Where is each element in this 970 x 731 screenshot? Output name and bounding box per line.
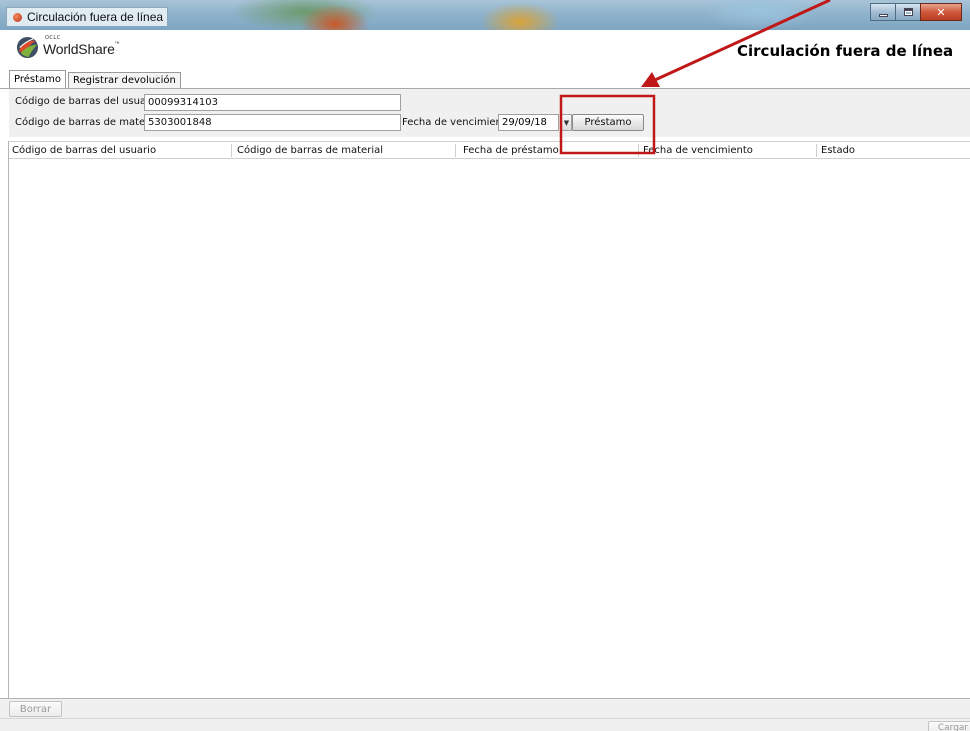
- logo-text-group: OCLC WorldShare™: [43, 35, 120, 59]
- status-bar: Cargar: [0, 718, 970, 731]
- app-icon: [13, 12, 22, 22]
- minimize-icon: [878, 13, 888, 17]
- user-barcode-input[interactable]: 00099314103: [144, 94, 401, 111]
- column-separator[interactable]: [816, 144, 817, 157]
- maximize-icon: [903, 8, 913, 16]
- calendar-dropdown-icon: ▼: [563, 118, 570, 127]
- checkout-button[interactable]: Préstamo: [572, 114, 644, 131]
- due-date-input[interactable]: 29/09/18: [498, 114, 559, 131]
- app-header: OCLC WorldShare™ Circulación fuera de lí…: [0, 30, 970, 68]
- column-header-status[interactable]: Estado: [818, 142, 855, 159]
- column-header-user-barcode[interactable]: Código de barras del usuario: [9, 142, 156, 159]
- loans-table-body[interactable]: [9, 159, 970, 698]
- tab-bar: Préstamo Registrar devolución: [9, 70, 181, 88]
- column-separator[interactable]: [455, 144, 456, 157]
- minimize-button[interactable]: [870, 3, 896, 21]
- maximize-button[interactable]: [895, 3, 921, 21]
- tab-checkout[interactable]: Préstamo: [9, 70, 67, 88]
- logo-trademark: ™: [114, 41, 120, 47]
- column-separator[interactable]: [638, 144, 639, 157]
- clear-button[interactable]: Borrar: [9, 701, 62, 717]
- item-barcode-label: Código de barras de material: [15, 117, 162, 128]
- window-title-tab: Circulación fuera de línea: [6, 7, 168, 26]
- logo-wordmark-text: WorldShare: [43, 41, 115, 57]
- bottom-toolbar: Borrar: [0, 698, 970, 718]
- user-barcode-label: Código de barras del usuario: [15, 96, 160, 107]
- column-header-item-barcode[interactable]: Código de barras de material: [234, 142, 383, 159]
- column-separator[interactable]: [231, 144, 232, 157]
- item-barcode-input[interactable]: 5303001848: [144, 114, 401, 131]
- page-title: Circulación fuera de línea: [737, 42, 954, 60]
- due-date-label: Fecha de vencimiento: [402, 117, 512, 128]
- worldshare-logo: OCLC WorldShare™: [16, 35, 120, 59]
- table-header: Código de barras del usuario Código de b…: [9, 141, 970, 159]
- worldshare-logo-icon: [16, 36, 39, 59]
- column-header-due-date[interactable]: Fecha de vencimiento: [640, 142, 753, 159]
- logo-wordmark: WorldShare™: [43, 41, 120, 57]
- load-button[interactable]: Cargar: [928, 721, 970, 731]
- due-date-picker-button[interactable]: ▼: [561, 114, 572, 131]
- tab-checkin[interactable]: Registrar devolución: [68, 72, 181, 88]
- close-button[interactable]: ✕: [920, 3, 962, 21]
- checkout-form: Código de barras del usuario 00099314103…: [9, 89, 970, 137]
- titlebar-background-art: [480, 2, 560, 30]
- titlebar-background-art: [700, 0, 820, 30]
- window-title: Circulación fuera de línea: [27, 10, 164, 24]
- close-icon: ✕: [936, 5, 946, 19]
- window-controls: ✕: [870, 3, 962, 21]
- column-header-checkout-date[interactable]: Fecha de préstamo: [460, 142, 559, 159]
- window-titlebar[interactable]: Circulación fuera de línea ✕: [0, 0, 970, 30]
- annotation-arrow-head: [641, 72, 660, 87]
